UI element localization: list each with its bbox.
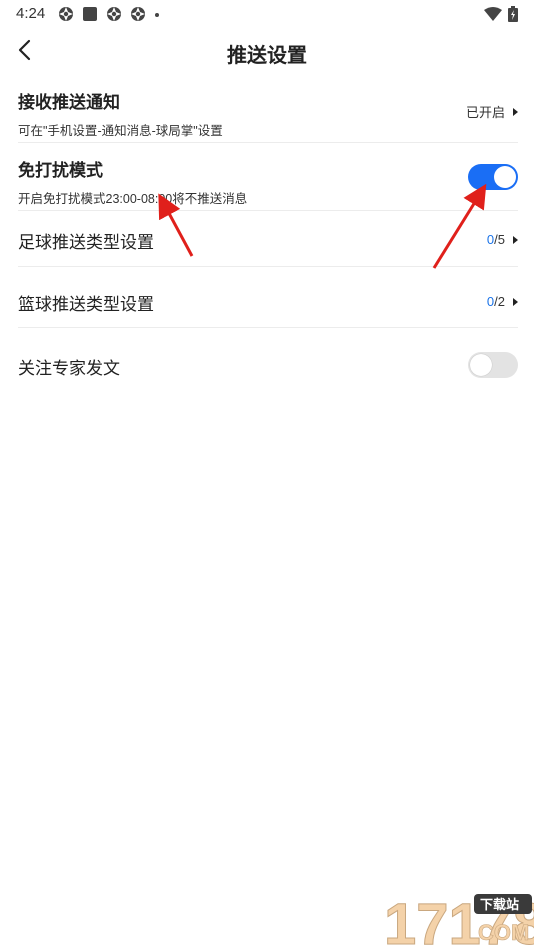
receive-notifications-row[interactable]: 接收推送通知 可在"手机设置-通知消息-球局掌"设置 已开启 [18,88,518,138]
watermark-domain: COM [478,920,529,945]
camera-aperture-icon [107,7,121,21]
status-notification-icons [58,6,160,22]
football-settings-row[interactable]: 足球推送类型设置 0/5 [18,228,518,252]
football-count: 0/5 [487,232,518,247]
app-square-icon [83,7,97,21]
basketball-settings-row[interactable]: 篮球推送类型设置 0/2 [18,290,518,314]
page-title: 推送设置 [227,45,307,67]
receive-notifications-subtitle: 可在"手机设置-通知消息-球局掌"设置 [18,124,223,138]
header: 推送设置 [0,28,534,76]
follow-experts-row: 关注专家发文 [18,352,518,378]
arrow-right-icon [513,297,518,306]
divider [18,327,518,328]
arrow-right-icon [513,107,518,116]
wifi-icon [484,7,502,21]
divider [18,142,518,143]
watermark-logo: 17178 下载站 COM [384,892,534,950]
toggle-knob [470,354,492,376]
dnd-subtitle: 开启免打扰模式23:00-08:00将不推送消息 [18,192,248,206]
receive-notifications-title: 接收推送通知 [18,93,120,112]
football-total-count: /5 [494,232,505,247]
dnd-toggle[interactable] [468,164,518,190]
follow-experts-toggle[interactable] [468,352,518,378]
basketball-total-count: /2 [494,294,505,309]
football-settings-title: 足球推送类型设置 [18,233,154,252]
follow-experts-title: 关注专家发文 [18,359,120,378]
receive-status-label: 已开启 [465,105,505,120]
basketball-count: 0/2 [487,294,518,309]
toggle-knob [494,166,516,188]
camera-aperture-icon [131,7,145,21]
battery-charging-icon [508,6,518,22]
dnd-row: 免打扰模式 开启免打扰模式23:00-08:00将不推送消息 [18,156,518,206]
arrow-right-icon [513,235,518,244]
camera-aperture-icon [59,7,73,21]
status-time: 4:24 [16,5,46,22]
receive-notifications-status[interactable]: 已开启 [466,102,518,121]
basketball-settings-title: 篮球推送类型设置 [18,295,154,314]
dnd-title: 免打扰模式 [18,161,103,180]
watermark-tag: 下载站 [480,897,519,913]
divider [18,210,518,211]
status-system-icons [484,6,518,22]
dot-icon [155,13,159,17]
divider [18,266,518,267]
status-bar: 4:24 [0,0,534,28]
